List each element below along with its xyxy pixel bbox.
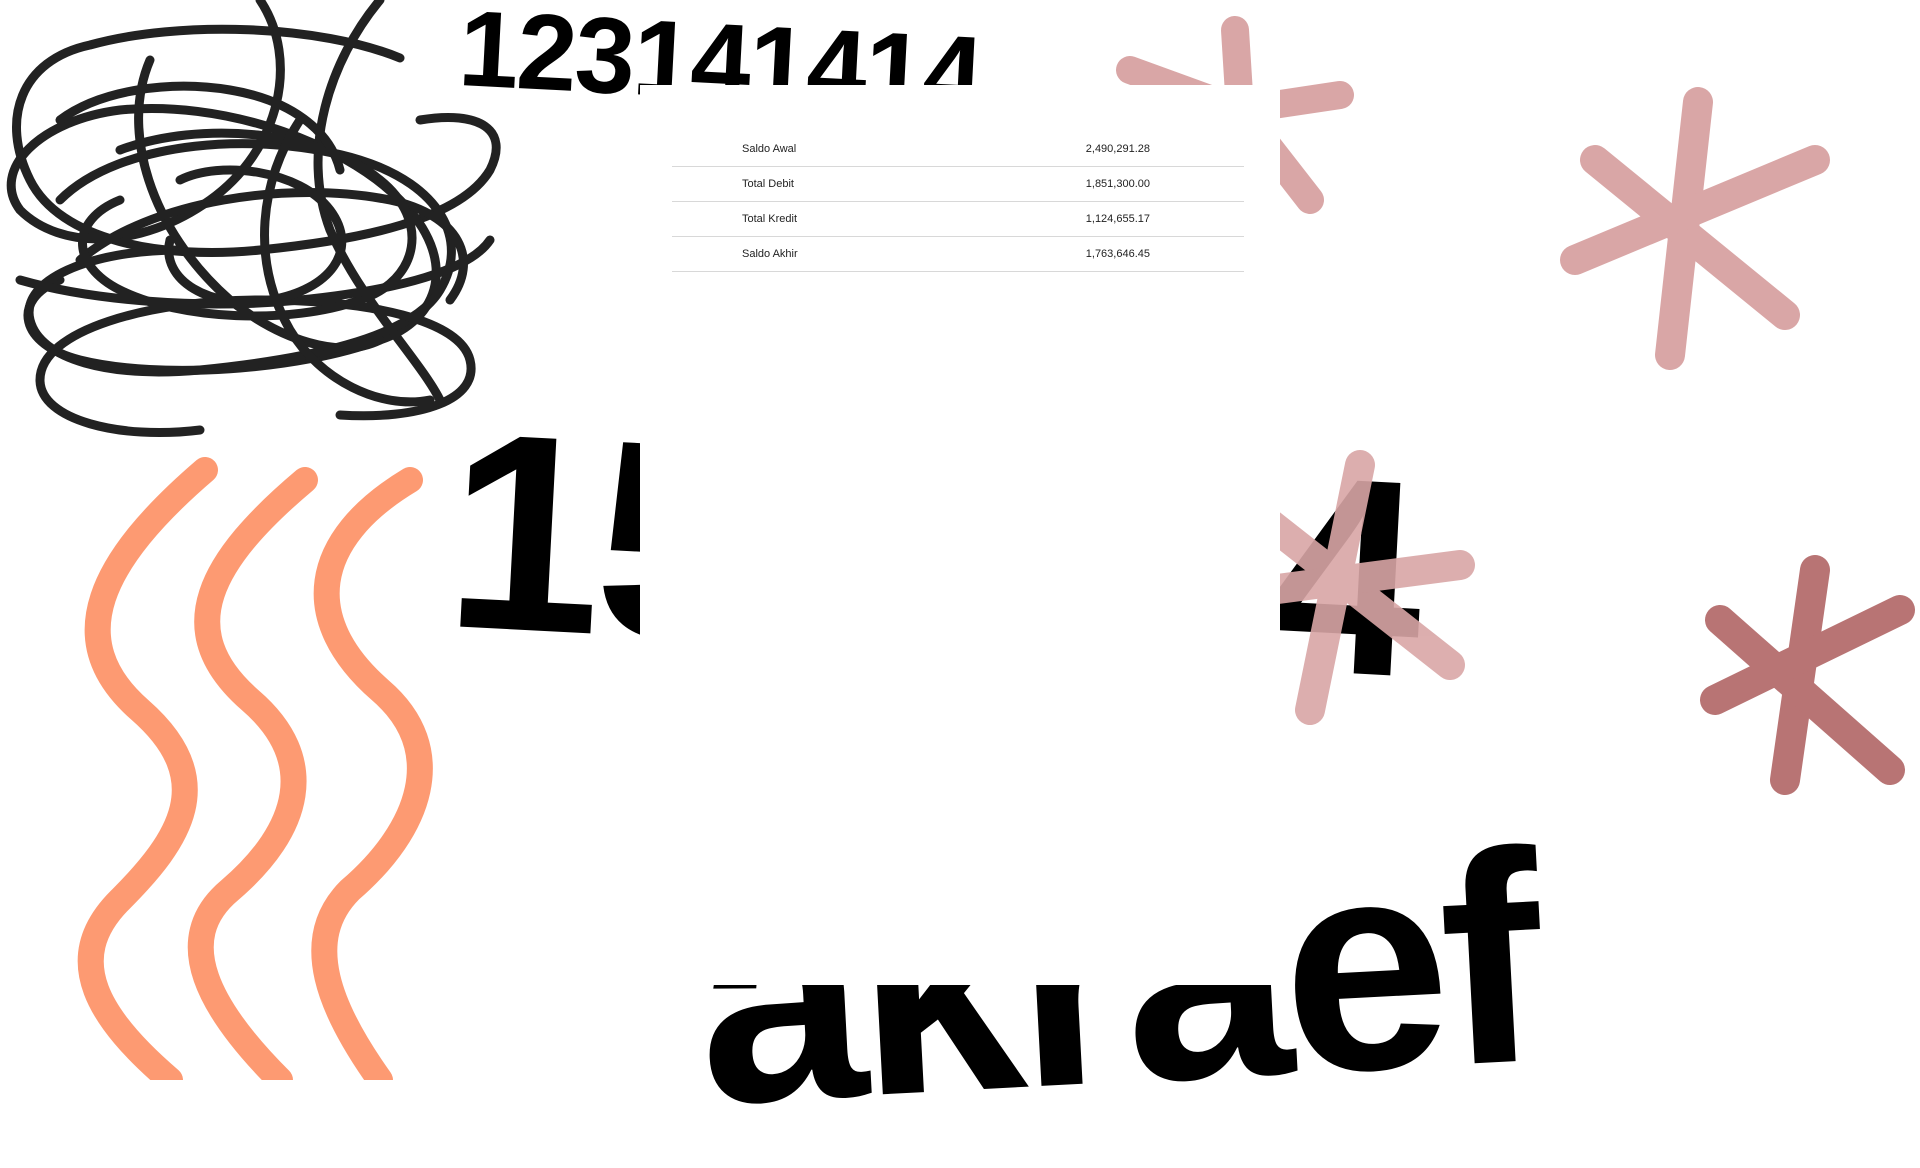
table-row: Saldo Akhir 1,763,646.45 [672,236,1244,272]
balance-summary-table: Saldo Awal 2,490,291.28 Total Debit 1,85… [672,132,1244,272]
row-value-total-kredit: 1,124,655.17 [925,201,1244,237]
row-label-total-debit: Total Debit [672,166,926,202]
table-row: Saldo Awal 2,490,291.28 [672,132,1244,167]
row-value-saldo-akhir: 1,763,646.45 [925,236,1244,272]
table-row: Total Debit 1,851,300.00 [672,166,1244,202]
row-label-saldo-awal: Saldo Awal [672,132,926,167]
row-label-saldo-akhir: Saldo Akhir [672,236,926,272]
row-label-total-kredit: Total Kredit [672,201,926,237]
row-value-saldo-awal: 2,490,291.28 [925,132,1244,167]
row-value-total-debit: 1,851,300.00 [925,166,1244,202]
table-row: Total Kredit 1,124,655.17 [672,201,1244,237]
